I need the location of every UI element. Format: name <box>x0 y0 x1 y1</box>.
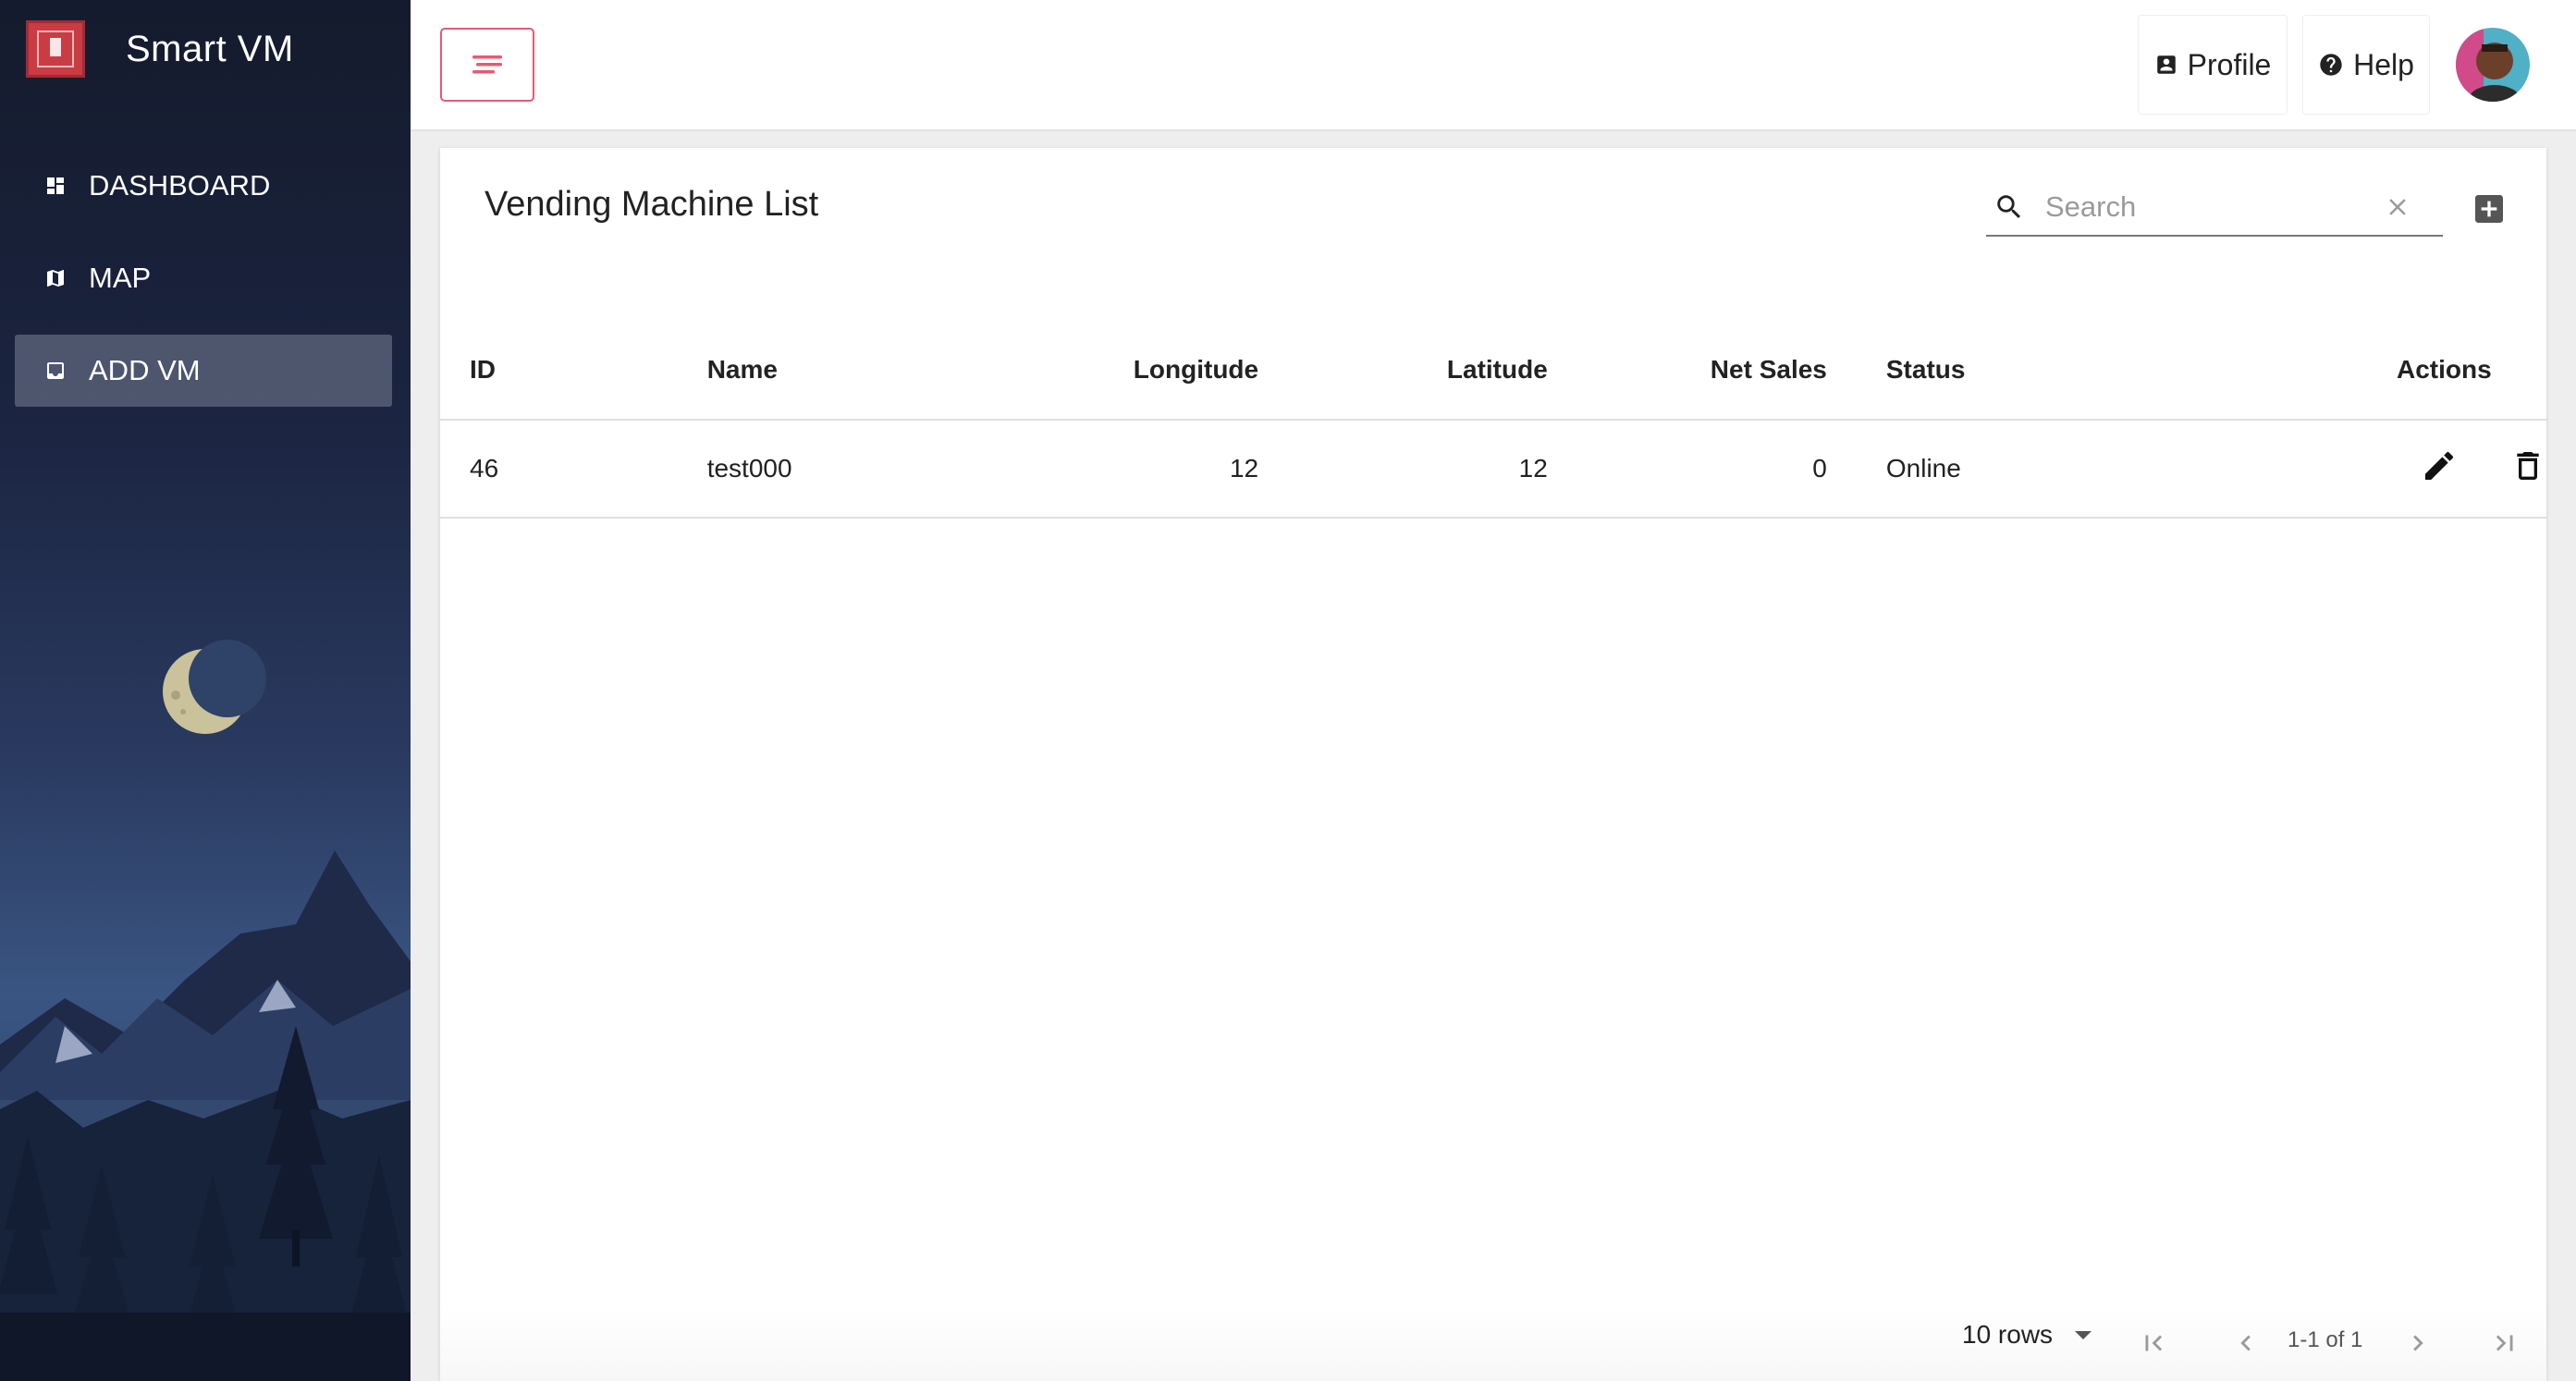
rows-per-page-select[interactable]: 10 rows <box>1962 1320 2093 1350</box>
cell-net-sales: 0 <box>1547 420 1827 519</box>
cell-status: Online <box>1826 420 2106 519</box>
menu-icon <box>472 55 502 74</box>
dropdown-arrow-icon <box>2073 1328 2093 1341</box>
page-title: Vending Machine List <box>485 185 819 224</box>
vending-machine-list-card: Vending Machine List ID Name Longitude L… <box>440 148 2546 1381</box>
sidebar-item-map[interactable]: MAP <box>15 242 392 314</box>
delete-icon[interactable] <box>2509 447 2546 491</box>
sidebar-nav: DASHBOARD MAP ADD VM <box>15 150 392 427</box>
sidebar-item-label: MAP <box>89 262 152 294</box>
dashboard-icon <box>44 174 68 198</box>
inbox-icon <box>44 359 68 383</box>
pagination-footer: 10 rows 1-1 of 1 <box>440 1307 2546 1381</box>
column-header-latitude[interactable]: Latitude <box>1258 320 1548 421</box>
column-header-id[interactable]: ID <box>440 320 707 421</box>
table-header-row: ID Name Longitude Latitude Net Sales Sta… <box>440 320 2546 421</box>
search-icon <box>1993 191 2025 223</box>
last-page-icon[interactable] <box>2489 1327 2521 1359</box>
help-button[interactable]: Help <box>2302 15 2430 115</box>
cell-latitude: 12 <box>1258 420 1548 519</box>
column-header-status[interactable]: Status <box>1826 320 2106 421</box>
contact-icon <box>2154 53 2178 77</box>
cell-actions <box>2106 420 2546 519</box>
search-box <box>1986 179 2443 237</box>
menu-toggle-button[interactable] <box>440 28 534 102</box>
profile-label: Profile <box>2187 47 2272 81</box>
previous-page-icon[interactable] <box>2230 1327 2262 1359</box>
topbar: Profile Help <box>411 0 2576 131</box>
column-header-net-sales[interactable]: Net Sales <box>1547 320 1827 421</box>
map-icon <box>44 266 68 290</box>
sidebar-item-dashboard[interactable]: DASHBOARD <box>15 150 392 222</box>
sidebar-item-label: ADD VM <box>89 354 201 386</box>
profile-button[interactable]: Profile <box>2138 15 2288 115</box>
rows-per-page-label: 10 rows <box>1962 1320 2054 1349</box>
cell-longitude: 12 <box>954 420 1259 519</box>
brand[interactable]: Smart VM <box>26 20 294 78</box>
search-input[interactable] <box>2043 189 2376 225</box>
column-header-name[interactable]: Name <box>706 320 955 421</box>
brand-title: Smart VM <box>126 28 294 69</box>
help-label: Help <box>2353 47 2414 81</box>
first-page-icon[interactable] <box>2138 1327 2169 1359</box>
edit-icon[interactable] <box>2421 447 2458 491</box>
cell-id: 46 <box>440 420 707 519</box>
add-box-icon <box>2475 195 2503 223</box>
column-header-actions: Actions <box>2106 320 2546 421</box>
next-page-icon[interactable] <box>2402 1327 2434 1359</box>
sidebar-item-label: DASHBOARD <box>89 169 271 202</box>
help-icon <box>2318 52 2344 78</box>
avatar[interactable] <box>2456 28 2530 102</box>
brand-logo-icon <box>26 20 85 78</box>
cell-name: test000 <box>706 420 955 519</box>
add-vm-button[interactable] <box>2471 190 2508 227</box>
table-row[interactable]: 46 test000 12 12 0 Online <box>440 420 2546 519</box>
pagination-info: 1-1 of 1 <box>2288 1327 2363 1352</box>
sidebar-item-add-vm[interactable]: ADD VM <box>15 335 392 407</box>
sidebar: Smart VM DASHBOARD MAP ADD VM <box>0 0 411 1381</box>
clear-search-icon[interactable] <box>2384 193 2411 221</box>
column-header-longitude[interactable]: Longitude <box>954 320 1259 421</box>
vending-machine-table: ID Name Longitude Latitude Net Sales Sta… <box>440 320 2546 519</box>
